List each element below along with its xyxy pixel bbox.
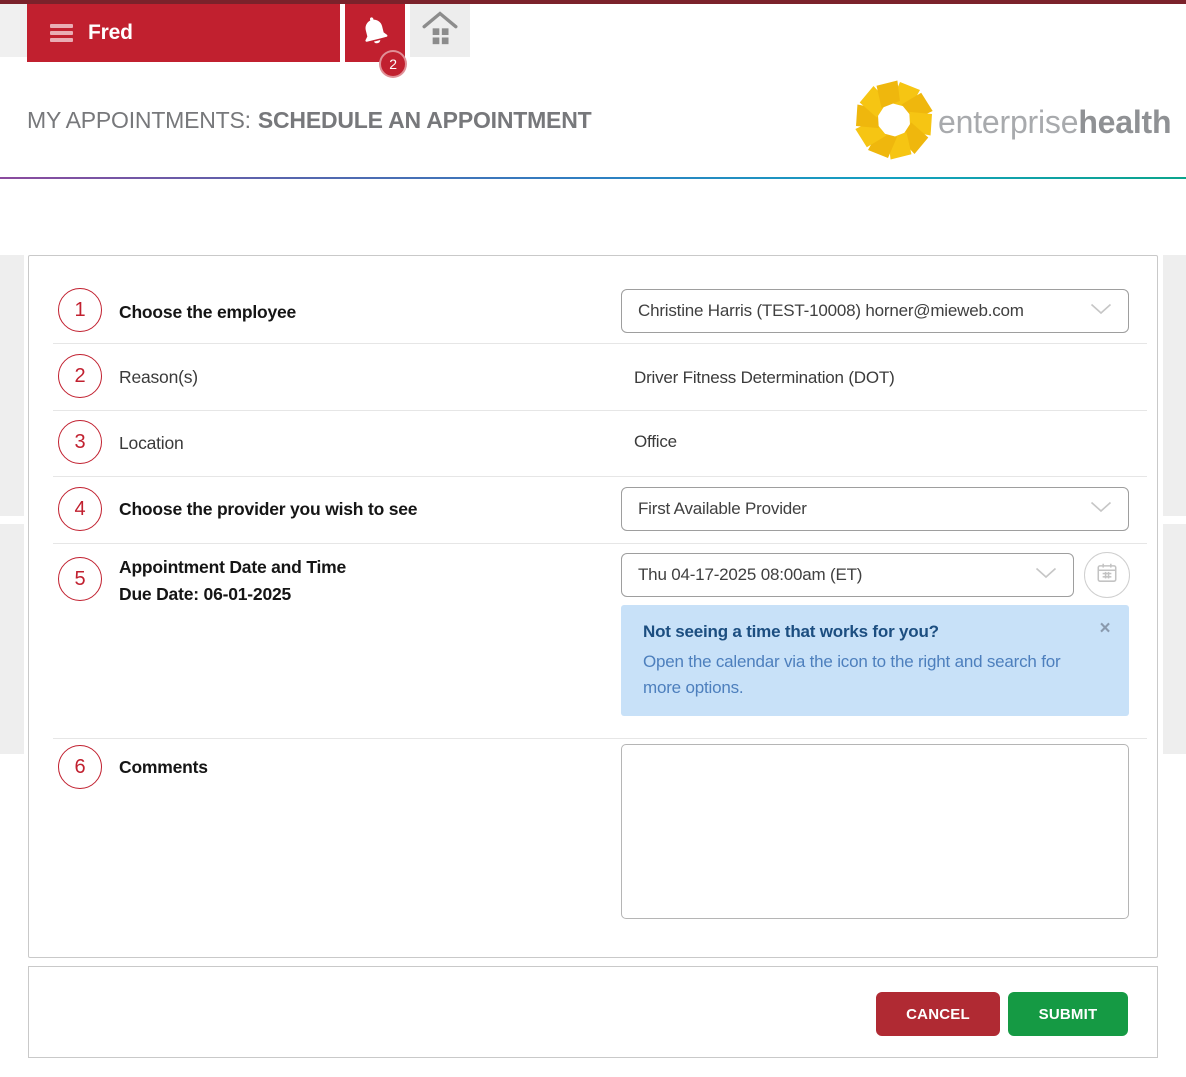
chevron-down-icon (1090, 302, 1112, 320)
background-strip (0, 255, 24, 516)
step-number-badge: 1 (58, 288, 102, 332)
step-label: Choose the provider you wish to see (119, 496, 417, 523)
step-label: Choose the employee (119, 299, 296, 326)
background-strip (1163, 524, 1186, 754)
appointment-form-card: 1 Choose the employee Christine Harris (… (28, 255, 1158, 958)
close-icon[interactable]: × (1095, 619, 1115, 639)
step-number-badge: 4 (58, 487, 102, 531)
info-box-title: Not seeing a time that works for you? (643, 622, 1107, 642)
home-icon (420, 9, 460, 52)
row-divider (53, 410, 1147, 411)
step-label: Comments (119, 754, 208, 781)
open-calendar-button[interactable] (1084, 552, 1130, 598)
row-divider (53, 738, 1147, 739)
employee-select[interactable]: Christine Harris (TEST-10008) horner@mie… (621, 289, 1129, 333)
location-value: Office (634, 432, 677, 452)
row-divider (53, 476, 1147, 477)
step-label: Reason(s) (119, 364, 198, 391)
enterprise-health-logo: enterprisehealth (854, 80, 1171, 165)
cancel-button[interactable]: CANCEL (876, 992, 1000, 1036)
chevron-down-icon (1090, 500, 1112, 518)
background-strip (1163, 255, 1186, 516)
step-number-badge: 6 (58, 745, 102, 789)
comments-textarea[interactable] (621, 744, 1129, 919)
row-divider (53, 543, 1147, 544)
step-number-badge: 2 (58, 354, 102, 398)
step-number-badge: 3 (58, 420, 102, 464)
background-strip (0, 524, 24, 754)
header-corner (0, 4, 27, 57)
bell-icon (357, 13, 393, 54)
due-date-label: Due Date: 06-01-2025 (119, 581, 346, 608)
app-screen: Fred 2 (0, 0, 1186, 1077)
appointment-datetime-select[interactable]: Thu 04-17-2025 08:00am (ET) (621, 553, 1074, 597)
footer-actions-bar: CANCEL SUBMIT (28, 966, 1158, 1058)
logo-wordmark: enterprisehealth (938, 104, 1171, 141)
info-box-body: Open the calendar via the icon to the ri… (643, 649, 1083, 701)
home-button[interactable] (410, 4, 470, 57)
notification-badge: 2 (379, 50, 407, 78)
gradient-divider (0, 177, 1186, 179)
scheduling-info-box: Not seeing a time that works for you? Op… (621, 605, 1129, 716)
sunflower-logo-icon (854, 80, 934, 165)
user-menu-tab[interactable]: Fred (27, 4, 340, 62)
chevron-down-icon (1035, 566, 1057, 584)
page-title: MY APPOINTMENTS:SCHEDULE AN APPOINTMENT (27, 107, 591, 134)
step-number-badge: 5 (58, 557, 102, 601)
provider-select[interactable]: First Available Provider (621, 487, 1129, 531)
submit-button[interactable]: SUBMIT (1008, 992, 1128, 1036)
calendar-icon (1095, 561, 1119, 590)
step-label: Appointment Date and Time Due Date: 06-0… (119, 554, 346, 608)
row-divider (53, 343, 1147, 344)
reason-value: Driver Fitness Determination (DOT) (634, 368, 895, 388)
step-label: Location (119, 430, 184, 457)
user-name: Fred (88, 21, 133, 45)
hamburger-menu-icon[interactable] (50, 24, 73, 42)
